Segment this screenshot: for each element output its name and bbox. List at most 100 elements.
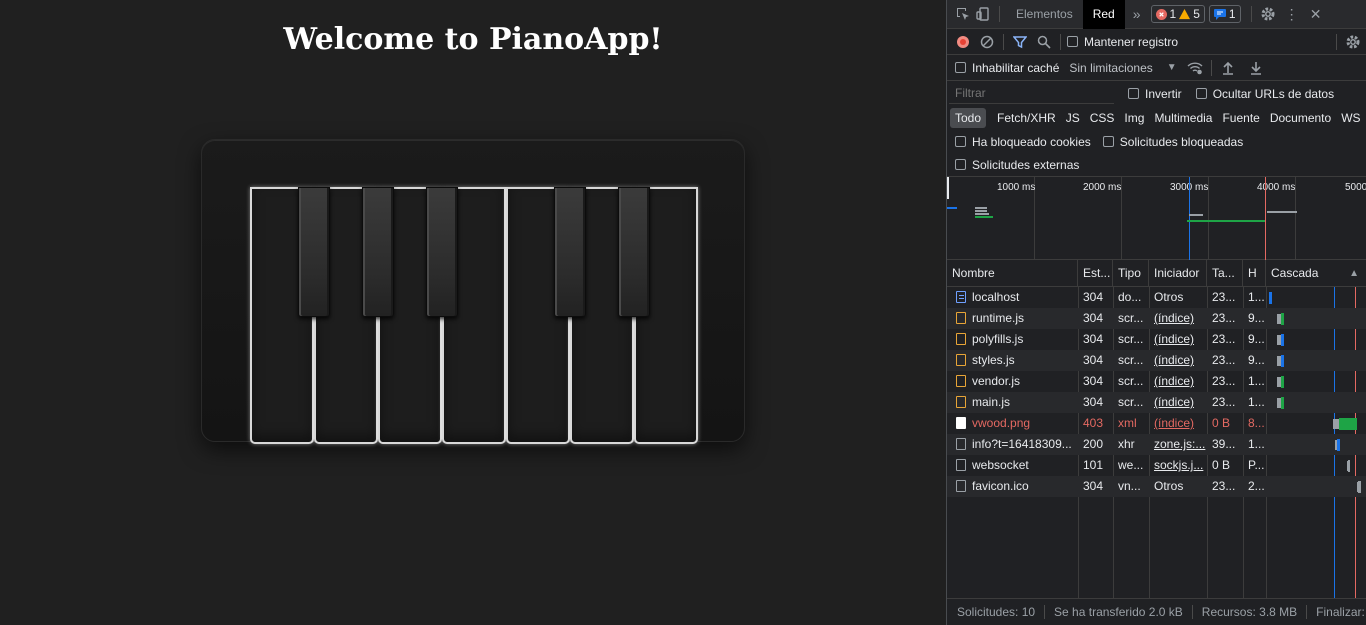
file-icon xyxy=(956,459,966,471)
type-filter-doc[interactable]: Documento xyxy=(1265,108,1336,128)
type-filter-ws[interactable]: WS xyxy=(1336,108,1365,128)
cell-name: favicon.ico xyxy=(947,476,1078,497)
third-party-checkbox[interactable] xyxy=(955,159,966,170)
table-row[interactable]: vwood.png 403 xml (índice) 0 B 8... xyxy=(947,413,1366,434)
network-status-bar: Solicitudes: 10 Se ha transferido 2.0 kB… xyxy=(947,598,1366,625)
table-row[interactable]: localhost 304 do... Otros 23... 1... xyxy=(947,287,1366,308)
cell-initiator[interactable]: (índice) xyxy=(1149,413,1207,434)
waterfall-bar xyxy=(1281,334,1284,346)
network-settings-gear-icon[interactable] xyxy=(1343,32,1363,52)
column-header-initiator[interactable]: Iniciador xyxy=(1149,260,1207,287)
waterfall-bar xyxy=(1281,376,1284,388)
network-overview[interactable]: 1000 ms 2000 ms 3000 ms 4000 ms 5000 xyxy=(947,177,1366,260)
cell-type: do... xyxy=(1118,290,1142,304)
cell-type: xml xyxy=(1118,416,1137,430)
record-icon[interactable] xyxy=(953,32,973,52)
table-row[interactable]: main.js 304 scr... (índice) 23... 1... xyxy=(947,392,1366,413)
settings-gear-icon[interactable] xyxy=(1258,4,1278,24)
throttling-dropdown-icon[interactable]: ▼ xyxy=(1167,62,1177,73)
cell-name: runtime.js xyxy=(947,308,1078,329)
inspect-element-icon[interactable] xyxy=(953,4,973,24)
cell-initiator[interactable]: (índice) xyxy=(1149,350,1207,371)
resource-type-filters: Todo Fetch/XHR JS CSS Img Multimedia Fue… xyxy=(947,106,1366,130)
black-key-4[interactable] xyxy=(554,187,586,317)
waterfall-bar xyxy=(1281,313,1284,325)
table-row[interactable]: vendor.js 304 scr... (índice) 23... 1... xyxy=(947,371,1366,392)
table-row[interactable]: styles.js 304 scr... (índice) 23... 9... xyxy=(947,350,1366,371)
column-header-type[interactable]: Tipo xyxy=(1113,260,1149,287)
page-title: Welcome to PianoApp! xyxy=(283,22,663,57)
cell-initiator[interactable]: sockjs.j... xyxy=(1149,455,1207,476)
type-filter-css[interactable]: CSS xyxy=(1085,108,1120,128)
overview-tick-1000: 1000 ms xyxy=(997,182,1036,193)
cell-size: 23... xyxy=(1212,290,1236,304)
blocked-requests-checkbox[interactable] xyxy=(1102,136,1114,147)
console-status-badge[interactable]: 1 5 xyxy=(1150,5,1205,23)
filter-input[interactable] xyxy=(949,83,1114,104)
type-filter-all[interactable]: Todo xyxy=(950,108,987,128)
script-file-icon xyxy=(956,333,966,345)
invert-checkbox[interactable] xyxy=(1128,88,1139,99)
column-header-waterfall[interactable]: Cascada ▲ xyxy=(1266,260,1366,287)
devtools-panel: Elementos Red » 1 5 1 ⋮ ✕ Mantener regis… xyxy=(946,0,1366,625)
more-tabs-icon[interactable]: » xyxy=(1125,0,1149,29)
disable-cache-checkbox[interactable] xyxy=(955,62,966,73)
table-row[interactable]: info?t=16418309... 200 xhr zone.js:... 39...… xyxy=(947,434,1366,455)
network-conditions-icon[interactable] xyxy=(1185,58,1205,78)
type-filter-font[interactable]: Fuente xyxy=(1217,108,1264,128)
script-file-icon xyxy=(956,375,966,387)
cell-initiator[interactable]: (índice) xyxy=(1149,308,1207,329)
cell-name: websocket xyxy=(947,455,1078,476)
column-header-size[interactable]: Ta... xyxy=(1207,260,1243,287)
type-filter-media[interactable]: Multimedia xyxy=(1149,108,1217,128)
tab-network[interactable]: Red xyxy=(1082,0,1125,29)
table-row[interactable]: websocket 101 we... sockjs.j... 0 B P... xyxy=(947,455,1366,476)
black-key-1[interactable] xyxy=(298,187,330,317)
black-key-2[interactable] xyxy=(362,187,394,317)
cell-type: scr... xyxy=(1118,395,1144,409)
column-header-status[interactable]: Est... xyxy=(1078,260,1113,287)
status-finish: Finalizar: 4.0 xyxy=(1316,605,1366,619)
overview-tick-5000: 5000 xyxy=(1345,182,1366,193)
cell-size: 0 B xyxy=(1212,416,1231,430)
cell-name: info?t=16418309... xyxy=(947,434,1078,455)
filter-row: Invertir Ocultar URLs de datos xyxy=(947,81,1366,106)
cell-size: 39... xyxy=(1212,437,1236,451)
column-header-time[interactable]: H xyxy=(1243,260,1266,287)
black-key-3[interactable] xyxy=(426,187,458,317)
file-icon xyxy=(956,438,966,450)
type-filter-fetch-xhr[interactable]: Fetch/XHR xyxy=(992,108,1061,128)
type-filter-img[interactable]: Img xyxy=(1119,108,1149,128)
throttling-select[interactable]: Sin limitaciones xyxy=(1069,61,1152,75)
table-row[interactable]: favicon.ico 304 vn... Otros 23... 2... xyxy=(947,476,1366,497)
close-devtools-icon[interactable]: ✕ xyxy=(1306,4,1326,24)
import-har-icon[interactable] xyxy=(1218,58,1238,78)
blocked-cookies-checkbox[interactable] xyxy=(955,136,966,147)
waterfall-bar xyxy=(1281,355,1284,367)
cell-initiator[interactable]: zone.js:... xyxy=(1149,434,1207,455)
more-options-icon[interactable]: ⋮ xyxy=(1282,4,1302,24)
clear-icon[interactable] xyxy=(977,32,997,52)
search-icon[interactable] xyxy=(1034,32,1054,52)
waterfall-bar xyxy=(1269,292,1272,304)
cell-status: 304 xyxy=(1083,479,1104,493)
table-row[interactable]: polyfills.js 304 scr... (índice) 23... 9... xyxy=(947,329,1366,350)
black-key-5[interactable] xyxy=(618,187,650,317)
device-toolbar-icon[interactable] xyxy=(973,4,993,24)
hide-data-urls-label: Ocultar URLs de datos xyxy=(1212,86,1335,101)
cell-initiator[interactable]: (índice) xyxy=(1149,329,1207,350)
hide-data-urls-checkbox[interactable] xyxy=(1195,88,1207,99)
column-header-name[interactable]: Nombre xyxy=(947,260,1078,287)
export-har-icon[interactable] xyxy=(1246,58,1266,78)
table-row[interactable]: runtime.js 304 scr... (índice) 23... 9... xyxy=(947,308,1366,329)
type-filter-js[interactable]: JS xyxy=(1061,108,1085,128)
tab-elements[interactable]: Elementos xyxy=(1006,0,1083,29)
preserve-log-checkbox[interactable] xyxy=(1067,36,1078,47)
cell-initiator[interactable]: (índice) xyxy=(1149,371,1207,392)
filter-icon[interactable] xyxy=(1010,32,1030,52)
waterfall-bar xyxy=(1358,481,1361,493)
warning-icon xyxy=(1179,8,1191,19)
sort-ascending-icon: ▲ xyxy=(1349,268,1359,279)
cell-initiator[interactable]: (índice) xyxy=(1149,392,1207,413)
messages-badge[interactable]: 1 xyxy=(1208,5,1241,23)
